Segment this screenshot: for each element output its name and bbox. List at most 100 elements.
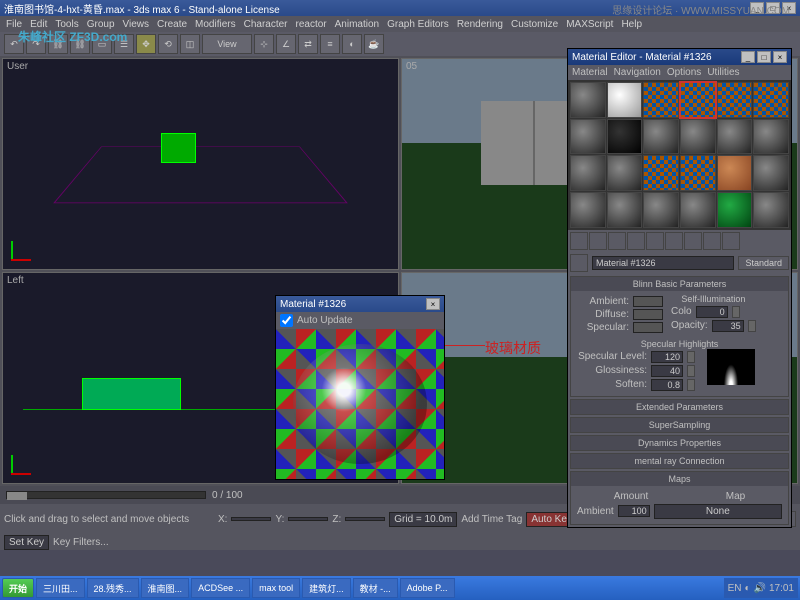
tray-icon[interactable]: 🔊	[754, 583, 766, 594]
map-amount-spinner[interactable]: 100	[618, 505, 650, 517]
rollout-extended[interactable]: Extended Parameters	[571, 400, 788, 414]
material-name-input[interactable]	[592, 256, 734, 270]
menu-reactor[interactable]: reactor	[296, 19, 327, 30]
preview-titlebar[interactable]: Material #1326 ×	[276, 296, 444, 312]
matmenu-navigation[interactable]: Navigation	[614, 67, 661, 78]
mateditor-titlebar[interactable]: Material Editor - Material #1326 _ □ ×	[568, 49, 791, 65]
taskbar-item[interactable]: 三川田...	[36, 578, 85, 598]
move-icon[interactable]: ✥	[136, 34, 156, 54]
start-button[interactable]: 开始	[2, 578, 34, 598]
matmenu-utilities[interactable]: Utilities	[707, 67, 739, 78]
rollout-header[interactable]: Blinn Basic Parameters	[571, 277, 788, 291]
material-swatch[interactable]	[753, 82, 789, 118]
material-swatch[interactable]	[680, 119, 716, 155]
auto-update-checkbox[interactable]	[280, 314, 293, 327]
coord-dropdown[interactable]: View	[202, 34, 252, 54]
material-swatch[interactable]	[680, 155, 716, 191]
spinner-arrows-icon[interactable]	[732, 306, 740, 318]
spinner-arrows-icon[interactable]	[687, 379, 695, 391]
go-parent-icon[interactable]	[703, 232, 721, 250]
menu-modifiers[interactable]: Modifiers	[195, 19, 236, 30]
clock[interactable]: 17:01	[769, 583, 794, 594]
snap-icon[interactable]: ⊹	[254, 34, 274, 54]
menu-rendering[interactable]: Rendering	[457, 19, 503, 30]
material-swatch[interactable]	[643, 82, 679, 118]
material-swatch[interactable]	[607, 119, 643, 155]
soften-spinner[interactable]: 0.8	[651, 379, 683, 391]
close-button[interactable]: ×	[773, 51, 787, 63]
reset-material-icon[interactable]	[608, 232, 626, 250]
pick-material-icon[interactable]	[570, 254, 588, 272]
close-button[interactable]: ×	[426, 298, 440, 310]
opacity-spinner[interactable]: 35	[712, 320, 744, 332]
rotate-icon[interactable]: ⟲	[158, 34, 178, 54]
menu-maxscript[interactable]: MAXScript	[566, 19, 613, 30]
rollout-header[interactable]: Maps	[571, 472, 788, 486]
material-swatch[interactable]	[717, 192, 753, 228]
speclevel-spinner[interactable]: 120	[651, 351, 683, 363]
gloss-spinner[interactable]: 40	[651, 365, 683, 377]
viewport-user[interactable]: User	[2, 58, 399, 270]
material-swatch[interactable]	[607, 82, 643, 118]
material-swatch[interactable]	[570, 82, 606, 118]
material-swatch[interactable]	[753, 119, 789, 155]
addtime-link[interactable]: Add Time Tag	[461, 514, 522, 525]
matmenu-options[interactable]: Options	[667, 67, 701, 78]
menu-animation[interactable]: Animation	[335, 19, 379, 30]
material-swatch[interactable]	[680, 192, 716, 228]
material-swatch[interactable]	[643, 119, 679, 155]
matmenu-material[interactable]: Material	[572, 67, 608, 78]
spinner-arrows-icon[interactable]	[687, 351, 695, 363]
material-swatch[interactable]	[570, 155, 606, 191]
align-icon[interactable]: ≡	[320, 34, 340, 54]
tray-icon[interactable]: ◐	[744, 583, 750, 594]
selfillum-spinner[interactable]: 0	[696, 306, 728, 318]
material-swatch[interactable]	[607, 192, 643, 228]
show-map-icon[interactable]	[665, 232, 683, 250]
spinner-arrows-icon[interactable]	[687, 365, 695, 377]
put-library-icon[interactable]	[627, 232, 645, 250]
taskbar-item[interactable]: 教材 -...	[353, 578, 398, 598]
setkey-button[interactable]: Set Key	[4, 535, 49, 550]
spinner-arrows-icon[interactable]	[748, 320, 756, 332]
scale-icon[interactable]: ◫	[180, 34, 200, 54]
material-swatch[interactable]	[717, 119, 753, 155]
menu-grapheditors[interactable]: Graph Editors	[387, 19, 449, 30]
y-field[interactable]	[288, 517, 328, 521]
timeline-track[interactable]	[6, 491, 206, 499]
taskbar-item[interactable]: 建筑灯...	[302, 578, 351, 598]
map-slot-button[interactable]: None	[654, 504, 782, 519]
menu-create[interactable]: Create	[157, 19, 187, 30]
diffuse-color[interactable]	[633, 309, 663, 320]
ambient-color[interactable]	[633, 296, 663, 307]
lang-indicator[interactable]: EN	[728, 583, 742, 594]
minimize-button[interactable]: _	[741, 51, 755, 63]
x-field[interactable]	[231, 517, 271, 521]
taskbar-item[interactable]: Adobe P...	[400, 578, 455, 598]
material-swatch-selected[interactable]	[680, 82, 716, 118]
z-field[interactable]	[345, 517, 385, 521]
material-editor-icon[interactable]: ◐	[342, 34, 362, 54]
material-swatch[interactable]	[643, 155, 679, 191]
angle-snap-icon[interactable]: ∠	[276, 34, 296, 54]
menu-character[interactable]: Character	[244, 19, 288, 30]
menu-customize[interactable]: Customize	[511, 19, 558, 30]
material-swatch[interactable]	[607, 155, 643, 191]
render-icon[interactable]: ☕	[364, 34, 384, 54]
menu-help[interactable]: Help	[621, 19, 642, 30]
go-sibling-icon[interactable]	[722, 232, 740, 250]
assign-material-icon[interactable]	[589, 232, 607, 250]
timeline-thumb[interactable]	[7, 492, 27, 500]
rollout-mentalray[interactable]: mental ray Connection	[571, 454, 788, 468]
material-swatch[interactable]	[717, 82, 753, 118]
material-type-button[interactable]: Standard	[738, 256, 789, 270]
mirror-icon[interactable]: ⇄	[298, 34, 318, 54]
taskbar-item[interactable]: max tool	[252, 578, 300, 598]
rollout-supersampling[interactable]: SuperSampling	[571, 418, 788, 432]
taskbar-item[interactable]: ACDSee ...	[191, 578, 250, 598]
taskbar-item[interactable]: 淮南图...	[141, 578, 190, 598]
specular-color[interactable]	[633, 322, 663, 333]
show-result-icon[interactable]	[684, 232, 702, 250]
keyfilters-button[interactable]: Key Filters...	[53, 537, 109, 548]
material-swatch[interactable]	[753, 155, 789, 191]
